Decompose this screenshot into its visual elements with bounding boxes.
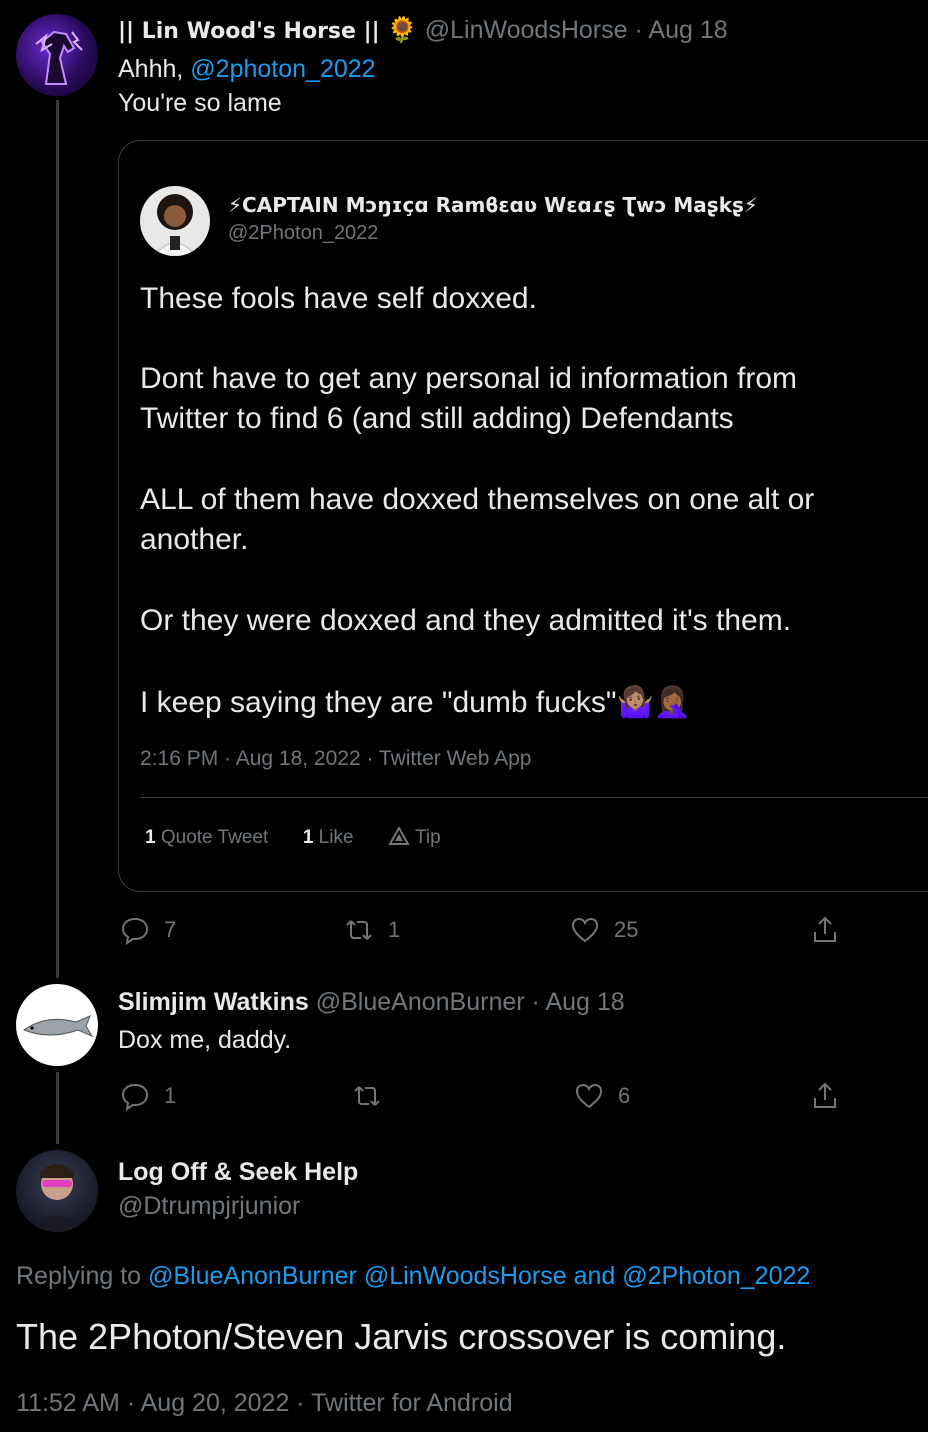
sunflower-icon: 🌻 <box>386 16 418 44</box>
reply-count: 7 <box>164 917 177 942</box>
tweet-text: Ahhh, <box>118 55 184 83</box>
timestamp[interactable]: Aug 18 <box>545 988 624 1016</box>
mention-link[interactable]: @2photon_2022 <box>190 55 375 83</box>
quote-tweet-stat[interactable]: 1 Quote Tweet <box>145 827 268 848</box>
share-icon <box>814 1082 836 1108</box>
replying-label: Replying to <box>16 1262 142 1290</box>
reply-icon <box>121 1083 149 1111</box>
fish-image <box>22 1015 94 1038</box>
quoted-paragraph-3b: another. <box>140 523 249 556</box>
tweet-text-line2: You're so lame <box>118 89 282 117</box>
quoted-paragraph-1: These fools have self doxxed. <box>140 282 537 315</box>
handle[interactable]: @Dtrumpjrjunior <box>118 1192 300 1221</box>
quoted-paragraph-3a: ALL of them have doxxed themselves on on… <box>140 483 815 516</box>
quoted-paragraph-2b: Twitter to find 6 (and still adding) Def… <box>140 402 734 435</box>
retweet-button[interactable] <box>352 1081 382 1111</box>
horse-image <box>35 30 83 85</box>
tip-icon <box>388 825 410 845</box>
avatar-lin-woods-horse[interactable] <box>16 14 98 96</box>
quoted-paragraph-5: I keep saying they are "dumb fucks"🤷🏽‍♀️… <box>140 686 692 719</box>
separator: · <box>531 988 540 1016</box>
tip-button[interactable]: Tip <box>388 825 441 848</box>
reply-icon <box>121 917 149 945</box>
masked-person-image <box>30 1164 84 1232</box>
handle[interactable]: @BlueAnonBurner <box>316 988 525 1016</box>
mention-link[interactable]: @BlueAnonBurner <box>148 1262 357 1290</box>
quoted-stats: 1 Quote Tweet 1 Like Tip <box>145 825 441 849</box>
separator: · <box>634 16 643 44</box>
like-count: 25 <box>614 917 639 942</box>
avatar-log-off[interactable] <box>16 1150 98 1232</box>
replying-to: Replying to @BlueAnonBurner @LinWoodsHor… <box>16 1262 810 1291</box>
quoted-meta[interactable]: 2:16 PM · Aug 18, 2022 · Twitter Web App <box>140 747 531 771</box>
avatar-2photon[interactable] <box>140 186 210 256</box>
tweet-text: Dox me, daddy. <box>118 1026 292 1054</box>
captain-avatar-image <box>153 194 197 256</box>
tweet-header: Slimjim Watkins @BlueAnonBurner · Aug 18 <box>118 988 625 1017</box>
and-word: and <box>573 1262 616 1290</box>
thread-line <box>56 1072 59 1144</box>
quoted-paragraph-4: Or they were doxxed and they admitted it… <box>140 604 792 637</box>
quoted-paragraph-2a: Dont have to get any personal id informa… <box>140 362 798 395</box>
retweet-icon <box>354 1086 380 1106</box>
quoted-handle[interactable]: @2Photon_2022 <box>228 222 378 245</box>
avatar-slimjim[interactable] <box>16 984 98 1066</box>
quoted-display-name[interactable]: ⚡CAPTAIN Mɔŋɪçɑ Ramϐɛɑʋ Wɛɑɾʂ Ʈwɔ Maʂkʂ⚡ <box>228 193 758 217</box>
share-button[interactable] <box>810 915 840 945</box>
retweet-icon <box>346 920 372 940</box>
retweet-button[interactable]: 1 <box>344 915 400 945</box>
thread-line <box>56 100 59 978</box>
reply-count: 1 <box>164 1083 177 1108</box>
like-button[interactable]: 6 <box>574 1081 630 1111</box>
display-name[interactable]: Log Off & Seek Help <box>118 1158 358 1187</box>
heart-icon <box>575 1083 603 1109</box>
divider <box>140 797 928 798</box>
timestamp[interactable]: Aug 18 <box>648 16 727 44</box>
like-count: 6 <box>618 1083 631 1108</box>
handle[interactable]: @LinWoodsHorse <box>425 16 628 44</box>
like-stat[interactable]: 1 Like <box>303 827 354 848</box>
heart-icon <box>571 917 599 943</box>
like-button[interactable]: 25 <box>570 915 638 945</box>
mention-link[interactable]: @2Photon_2022 <box>622 1262 810 1290</box>
focused-tweet-text: The 2Photon/Steven Jarvis crossover is c… <box>16 1316 787 1357</box>
reply-button[interactable]: 7 <box>120 915 176 945</box>
reply-button[interactable]: 1 <box>120 1081 176 1111</box>
focused-tweet-meta[interactable]: 11:52 AM · Aug 20, 2022 · Twitter for An… <box>16 1389 513 1418</box>
share-icon <box>814 916 836 942</box>
mention-link[interactable]: @LinWoodsHorse <box>364 1262 567 1290</box>
tweet-text-line1: Ahhh, @2photon_2022 <box>118 55 376 84</box>
display-name[interactable]: || Lin Wood's Horse || <box>118 19 380 44</box>
display-name[interactable]: Slimjim Watkins <box>118 988 309 1016</box>
retweet-count: 1 <box>388 917 401 942</box>
tweet-header: || Lin Wood's Horse || 🌻 @LinWoodsHorse … <box>118 16 728 45</box>
share-button[interactable] <box>810 1081 840 1111</box>
